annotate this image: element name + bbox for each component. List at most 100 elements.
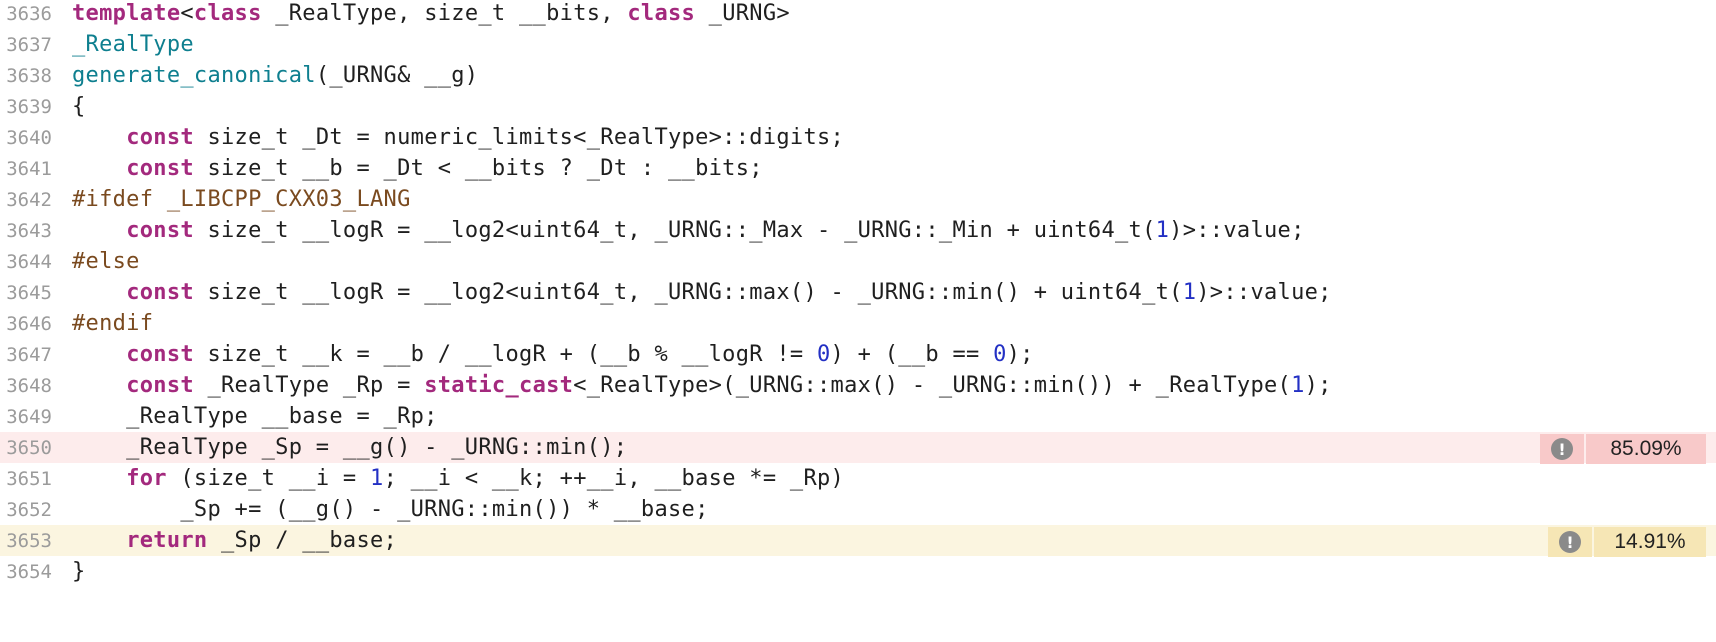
code-line[interactable]: 3653 return _Sp / __base;! 14.91%	[0, 525, 1716, 557]
code-token: _URNG>	[695, 1, 790, 26]
hotspot-annotation[interactable]: ! 14.91%	[1548, 525, 1706, 557]
code-token: _RealType _Rp =	[193, 373, 425, 398]
code-text: const size_t __logR = __log2<uint64_t, _…	[72, 280, 1332, 305]
code-line[interactable]: 3648 const _RealType _Rp = static_cast<_…	[0, 370, 1716, 401]
code-token: return	[126, 528, 208, 553]
code-token: {	[72, 94, 86, 119]
code-token: size_t __b = _Dt < __bits ? _Dt : __bits…	[193, 156, 763, 181]
warning-icon[interactable]: !	[1540, 434, 1584, 464]
code-line[interactable]: 3644 #else	[0, 246, 1716, 277]
warning-icon[interactable]: !	[1548, 527, 1592, 557]
line-number: 3642	[6, 188, 52, 211]
code-line[interactable]: 3640 const size_t _Dt = numeric_limits<_…	[0, 122, 1716, 153]
code-line[interactable]: 3652 _Sp += (__g() - _URNG::min()) * __b…	[0, 494, 1716, 525]
code-token: (size_t __i =	[166, 466, 371, 491]
code-text: template<class _RealType, size_t __bits,…	[72, 1, 790, 26]
sample-percentage: 14.91%	[1594, 527, 1706, 557]
line-number: 3639	[6, 95, 52, 118]
line-number: 3648	[6, 374, 52, 397]
line-number: 3636	[6, 2, 52, 25]
code-token: (_URNG& __g)	[315, 63, 479, 88]
code-token: static_cast	[424, 373, 574, 398]
line-number: 3640	[6, 126, 52, 149]
line-number: 3644	[6, 250, 52, 273]
code-text: _RealType	[72, 32, 194, 57]
code-token: size_t _Dt = numeric_limits<_RealType>::…	[193, 125, 845, 150]
code-line[interactable]: 3637 _RealType	[0, 29, 1716, 60]
code-text: generate_canonical(_URNG& __g)	[72, 63, 478, 88]
code-token: ) + (__b ==	[830, 342, 994, 367]
sample-percentage: 85.09%	[1586, 434, 1706, 464]
code-token: const	[126, 218, 194, 243]
code-token: <	[180, 1, 194, 26]
code-token: <_RealType>(_URNG::max() - _URNG::min())…	[573, 373, 1292, 398]
code-line[interactable]: 3641 const size_t __b = _Dt < __bits ? _…	[0, 153, 1716, 184]
code-token: 0	[993, 342, 1007, 367]
code-token: _Sp / __base;	[207, 528, 398, 553]
code-token: const	[126, 280, 194, 305]
code-line[interactable]: 3649 _RealType __base = _Rp;	[0, 401, 1716, 432]
code-token: );	[1304, 373, 1332, 398]
code-token: );	[1006, 342, 1034, 367]
code-token: size_t __k = __b / __logR + (__b % __log…	[193, 342, 817, 367]
hotspot-annotation[interactable]: ! 85.09%	[1540, 432, 1706, 464]
code-text: {	[72, 94, 86, 119]
code-text: _RealType __base = _Rp;	[72, 404, 438, 429]
code-line[interactable]: 3642 #ifdef _LIBCPP_CXX03_LANG	[0, 184, 1716, 215]
line-number: 3643	[6, 219, 52, 242]
code-token: #endif	[72, 311, 154, 336]
code-line[interactable]: 3636 template<class _RealType, size_t __b…	[0, 0, 1716, 29]
line-number: 3647	[6, 343, 52, 366]
line-number: 3650	[6, 436, 52, 459]
code-line[interactable]: 3645 const size_t __logR = __log2<uint64…	[0, 277, 1716, 308]
line-number: 3654	[6, 560, 52, 583]
code-token: ; __i < __k; ++__i, __base *= _Rp)	[383, 466, 845, 491]
code-token: template	[72, 1, 181, 26]
code-token: size_t __logR = __log2<uint64_t, _URNG::…	[193, 218, 1156, 243]
code-token: _RealType	[72, 32, 194, 57]
code-text: const size_t __b = _Dt < __bits ? _Dt : …	[72, 156, 763, 181]
code-token: class	[193, 1, 262, 26]
code-line[interactable]: 3646 #endif	[0, 308, 1716, 339]
code-token: )>::value;	[1196, 280, 1332, 305]
code-token: 1	[370, 466, 384, 491]
line-number: 3653	[6, 529, 52, 552]
code-line[interactable]: 3647 const size_t __k = __b / __logR + (…	[0, 339, 1716, 370]
code-text: #ifdef _LIBCPP_CXX03_LANG	[72, 187, 411, 212]
code-text: #endif	[72, 311, 153, 336]
code-token: 1	[1155, 218, 1170, 243]
code-text: for (size_t __i = 1; __i < __k; ++__i, _…	[72, 466, 844, 491]
code-token: #else	[72, 249, 140, 274]
code-token: const	[126, 373, 194, 398]
code-token: for	[126, 466, 167, 491]
code-text: return _Sp / __base;	[72, 528, 397, 553]
code-line[interactable]: 3654}	[0, 556, 1716, 587]
code-line[interactable]: 3643 const size_t __logR = __log2<uint64…	[0, 215, 1716, 246]
code-token: class	[627, 1, 696, 26]
code-line[interactable]: 3651 for (size_t __i = 1; __i < __k; ++_…	[0, 463, 1716, 494]
code-token: generate_canonical	[72, 63, 316, 88]
code-token: 1	[1182, 280, 1197, 305]
line-number: 3651	[6, 467, 52, 490]
code-line[interactable]: 3639 {	[0, 91, 1716, 122]
code-token: #ifdef _LIBCPP_CXX03_LANG	[72, 187, 411, 212]
line-number: 3652	[6, 498, 52, 521]
line-number: 3637	[6, 33, 52, 56]
code-line[interactable]: 3650 _RealType _Sp = __g() - _URNG::min(…	[0, 432, 1716, 464]
code-line[interactable]: 3638 generate_canonical(_URNG& __g)	[0, 60, 1716, 91]
code-token: }	[72, 559, 86, 584]
warning-glyph: !	[1551, 438, 1573, 460]
code-text: #else	[72, 249, 140, 274]
code-token: _RealType _Sp = __g() - _URNG::min();	[72, 435, 628, 460]
line-number: 3638	[6, 64, 52, 87]
code-text: const size_t __k = __b / __logR + (__b %…	[72, 342, 1034, 367]
code-text: const size_t __logR = __log2<uint64_t, _…	[72, 218, 1305, 243]
code-token: 1	[1291, 373, 1305, 398]
line-number: 3646	[6, 312, 52, 335]
code-editor[interactable]: 3636 template<class _RealType, size_t __b…	[0, 0, 1716, 642]
